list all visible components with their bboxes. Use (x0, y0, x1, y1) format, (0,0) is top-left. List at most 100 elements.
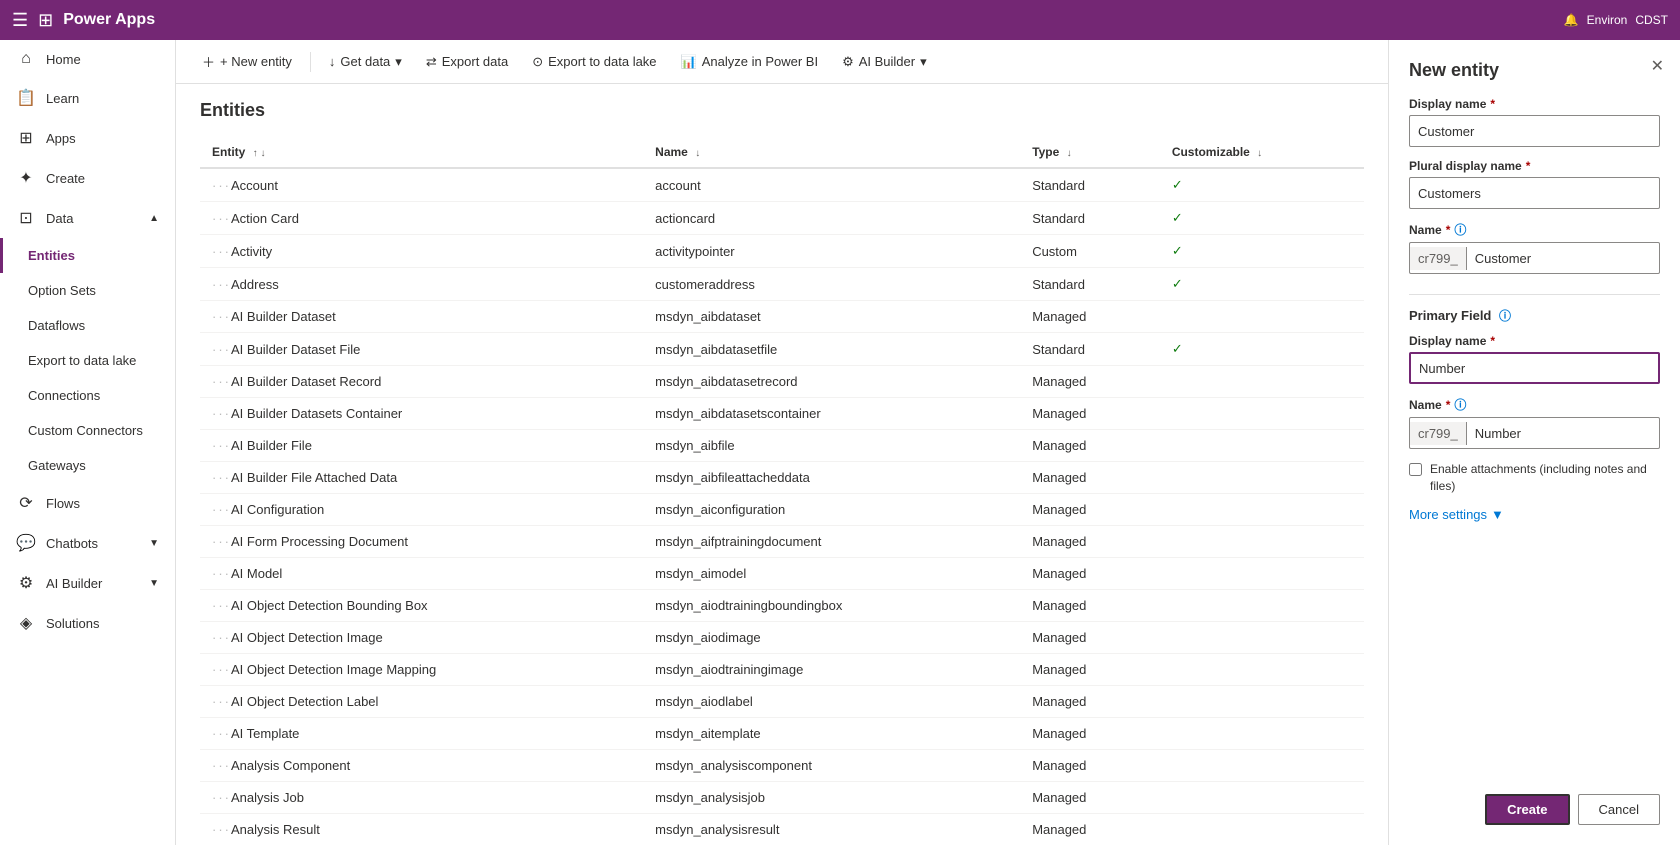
entity-customizable (1160, 430, 1364, 462)
entity-type: Standard (1020, 168, 1160, 202)
sidebar-item-gateways[interactable]: Gateways (0, 448, 175, 483)
info-icon[interactable]: ⓘ (1454, 221, 1466, 238)
entity-name-col: msdyn_aimodel (643, 558, 1020, 590)
required-mark5: * (1446, 398, 1451, 412)
analyze-bi-button[interactable]: 📊 Analyze in Power BI (671, 48, 829, 76)
dots-menu[interactable]: ··· (212, 630, 231, 645)
dots-menu[interactable]: ··· (212, 342, 231, 357)
plural-display-name-input[interactable] (1409, 177, 1660, 209)
dots-menu[interactable]: ··· (212, 502, 231, 517)
dots-menu[interactable]: ··· (212, 309, 231, 324)
sidebar-item-custom-connectors[interactable]: Custom Connectors (0, 413, 175, 448)
entity-name: Analysis Result (231, 822, 320, 837)
entity-table: Entity ↑ ↓ Name ↓ Type ↓ Customizable ↓ (200, 137, 1364, 845)
primary-field-info-icon[interactable]: ⓘ (1499, 309, 1511, 323)
primary-name-info-icon[interactable]: ⓘ (1454, 396, 1466, 413)
dots-menu[interactable]: ··· (212, 566, 231, 581)
sidebar-item-create[interactable]: ✦ Create (0, 158, 175, 198)
col-customizable[interactable]: Customizable ↓ (1160, 137, 1364, 168)
sort-icon-entity: ↑ ↓ (253, 148, 266, 159)
enable-attachments-checkbox[interactable] (1409, 463, 1422, 476)
entity-cell: ···Activity (200, 235, 643, 268)
toolbar: ＋ + New entity ↓ Get data ▾ ⇄ Export dat… (176, 40, 1388, 84)
table-row: ···Analysis Resultmsdyn_analysisresultMa… (200, 814, 1364, 845)
separator1 (310, 52, 311, 72)
entity-name: AI Object Detection Image Mapping (231, 662, 436, 677)
table-row: ···AI Builder Filemsdyn_aibfileManaged (200, 430, 1364, 462)
sidebar-item-chatbots[interactable]: 💬 Chatbots ▼ (0, 523, 175, 563)
sidebar-item-connections[interactable]: Connections (0, 378, 175, 413)
entity-customizable (1160, 750, 1364, 782)
new-entity-button[interactable]: ＋ + New entity (192, 46, 302, 77)
table-row: ···AI Modelmsdyn_aimodelManaged (200, 558, 1364, 590)
env-label: Environ (1587, 13, 1628, 27)
dots-menu[interactable]: ··· (212, 758, 231, 773)
dots-menu[interactable]: ··· (212, 470, 231, 485)
sidebar-item-solutions[interactable]: ◈ Solutions (0, 603, 175, 643)
entity-cell: ···AI Template (200, 718, 643, 750)
dots-menu[interactable]: ··· (212, 822, 231, 837)
entity-cell: ···AI Builder Datasets Container (200, 398, 643, 430)
col-name[interactable]: Name ↓ (643, 137, 1020, 168)
entity-name: AI Builder Dataset (231, 309, 336, 324)
entity-type: Managed (1020, 526, 1160, 558)
dots-menu[interactable]: ··· (212, 406, 231, 421)
sidebar-item-label: Create (46, 171, 85, 186)
close-button[interactable]: ✕ (1651, 56, 1664, 76)
sort-icon-customizable: ↓ (1257, 148, 1262, 159)
sidebar-item-entities[interactable]: Entities (0, 238, 175, 273)
dots-menu[interactable]: ··· (212, 244, 231, 259)
dots-menu[interactable]: ··· (212, 598, 231, 613)
flows-icon: ⟳ (16, 493, 36, 513)
dots-menu[interactable]: ··· (212, 277, 231, 292)
dots-menu[interactable]: ··· (212, 211, 231, 226)
entity-customizable: ✓ (1160, 268, 1364, 301)
dots-menu[interactable]: ··· (212, 178, 231, 193)
sidebar-item-dataflows[interactable]: Dataflows (0, 308, 175, 343)
primary-display-name-input[interactable] (1409, 352, 1660, 384)
dots-menu[interactable]: ··· (212, 662, 231, 677)
sidebar-item-ai-builder[interactable]: ⚙ AI Builder ▼ (0, 563, 175, 603)
col-entity[interactable]: Entity ↑ ↓ (200, 137, 643, 168)
table-row: ···Analysis Componentmsdyn_analysiscompo… (200, 750, 1364, 782)
dots-menu[interactable]: ··· (212, 534, 231, 549)
sidebar-item-label: Option Sets (28, 283, 96, 298)
name-input[interactable] (1467, 247, 1659, 270)
sidebar-item-apps[interactable]: ⊞ Apps (0, 118, 175, 158)
sidebar-item-option-sets[interactable]: Option Sets (0, 273, 175, 308)
sidebar-item-export-lake[interactable]: Export to data lake (0, 343, 175, 378)
export-icon: ⇄ (426, 54, 437, 70)
sidebar-item-home[interactable]: ⌂ Home (0, 40, 175, 78)
display-name-input[interactable] (1409, 115, 1660, 147)
table-row: ···ActivityactivitypointerCustom✓ (200, 235, 1364, 268)
notification-icon[interactable]: 🔔 (1564, 13, 1579, 27)
dots-menu[interactable]: ··· (212, 438, 231, 453)
entity-name: AI Object Detection Bounding Box (231, 598, 428, 613)
chatbots-icon: 💬 (16, 533, 36, 553)
primary-name-input[interactable] (1467, 422, 1659, 445)
dots-menu[interactable]: ··· (212, 374, 231, 389)
sidebar-item-flows[interactable]: ⟳ Flows (0, 483, 175, 523)
sidebar-item-learn[interactable]: 📋 Learn (0, 78, 175, 118)
cancel-button[interactable]: Cancel (1578, 794, 1660, 825)
get-data-button[interactable]: ↓ Get data ▾ (319, 48, 412, 76)
sidebar-item-data[interactable]: ⊡ Data ▲ (0, 198, 175, 238)
table-row: ···AddresscustomeraddressStandard✓ (200, 268, 1364, 301)
col-type[interactable]: Type ↓ (1020, 137, 1160, 168)
more-settings-toggle[interactable]: More settings ▼ (1409, 507, 1660, 522)
ai-builder-button[interactable]: ⚙ AI Builder ▾ (832, 48, 937, 76)
enable-attachments-label: Enable attachments (including notes and … (1430, 461, 1660, 495)
solutions-icon: ◈ (16, 613, 36, 633)
entity-name: AI Builder File Attached Data (231, 470, 397, 485)
entity-type: Managed (1020, 301, 1160, 333)
dots-menu[interactable]: ··· (212, 694, 231, 709)
export-data-button[interactable]: ⇄ Export data (416, 48, 518, 76)
dots-menu[interactable]: ··· (212, 790, 231, 805)
entity-name-col: msdyn_aibfile (643, 430, 1020, 462)
app-title: Power Apps (63, 11, 155, 29)
hamburger-icon[interactable]: ☰ (12, 10, 28, 31)
export-lake-button[interactable]: ⊙ Export to data lake (522, 48, 666, 76)
create-button[interactable]: Create (1485, 794, 1569, 825)
topbar: ☰ ⊞ Power Apps 🔔 Environ CDST (0, 0, 1680, 40)
dots-menu[interactable]: ··· (212, 726, 231, 741)
